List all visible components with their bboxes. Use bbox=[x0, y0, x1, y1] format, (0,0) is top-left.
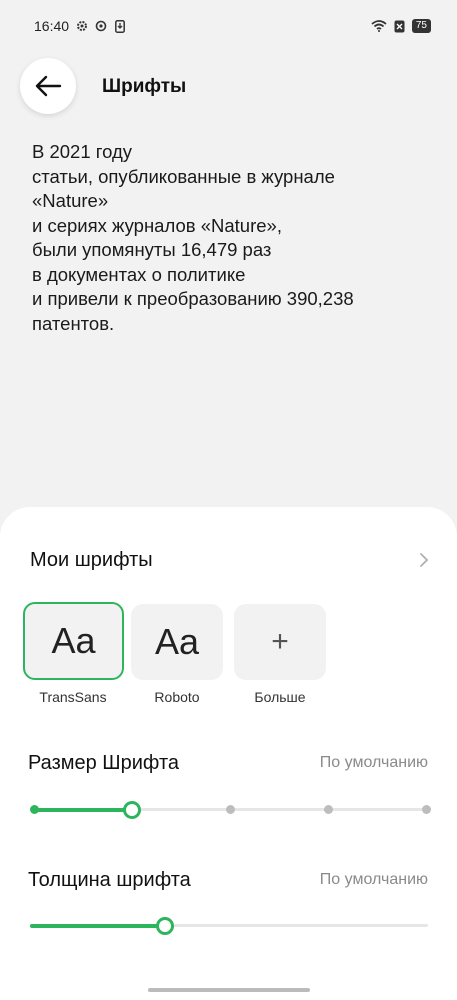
slider-step-dot[interactable] bbox=[29, 805, 39, 814]
header: Шрифты bbox=[0, 58, 457, 118]
slider-step-dot[interactable] bbox=[323, 805, 333, 814]
font-settings-sheet: Мои шрифты Aa TransSans Aa Roboto + Боль… bbox=[0, 507, 457, 1000]
slider-step-dot[interactable] bbox=[225, 805, 235, 814]
preview-line: были упомянуты 16,479 раз bbox=[32, 239, 272, 260]
slider-fill bbox=[30, 924, 166, 928]
preview-line: статьи, опубликованные в журнале bbox=[32, 165, 335, 187]
font-card-roboto[interactable]: Aa bbox=[131, 604, 223, 680]
page-title: Шрифты bbox=[102, 76, 187, 97]
font-sample: Aa bbox=[154, 621, 200, 662]
slider-fill bbox=[34, 808, 132, 812]
slider-step-dot[interactable] bbox=[421, 805, 431, 814]
home-indicator bbox=[148, 988, 310, 992]
status-time: 16:40 bbox=[34, 18, 70, 34]
back-button[interactable] bbox=[20, 58, 76, 114]
font-caption-roboto: Roboto bbox=[154, 689, 200, 705]
status-left: 16:40 bbox=[34, 18, 126, 34]
preview-line: патентов. bbox=[32, 312, 115, 334]
preview-line: «Nature» bbox=[32, 190, 109, 211]
font-sample: Aa bbox=[51, 620, 96, 661]
font-weight-value: По умолчанию bbox=[319, 871, 428, 888]
more-fonts-button[interactable]: + bbox=[234, 604, 326, 680]
status-bar: 16:40 75 bbox=[0, 0, 457, 52]
preview-line: В 2021 году bbox=[32, 141, 133, 162]
sync-icon bbox=[94, 20, 107, 33]
slider-knob[interactable] bbox=[156, 917, 175, 935]
font-card-transsans[interactable]: Aa bbox=[23, 602, 124, 680]
font-weight-slider[interactable] bbox=[30, 914, 428, 938]
more-fonts-caption: Больше bbox=[254, 689, 306, 705]
font-size-label: Размер Шрифта bbox=[28, 752, 179, 774]
slider-knob[interactable] bbox=[123, 801, 141, 819]
font-size-value: По умолчанию bbox=[319, 754, 428, 771]
settings-gear-icon bbox=[75, 20, 88, 33]
font-preview-text: В 2021 году статьи, опубликованные в жур… bbox=[32, 140, 432, 336]
arrow-left-icon bbox=[35, 75, 62, 97]
preview-line: и сериях журналов «Nature», bbox=[32, 214, 282, 236]
font-caption-transsans: TransSans bbox=[39, 689, 107, 705]
my-fonts-title: Мои шрифты bbox=[30, 548, 153, 571]
status-right: 75 bbox=[371, 19, 431, 33]
wifi-icon bbox=[371, 20, 387, 33]
preview-line: в документах о политике bbox=[32, 263, 246, 285]
plus-icon: + bbox=[271, 625, 289, 658]
my-fonts-row[interactable]: Мои шрифты bbox=[30, 545, 430, 575]
font-weight-label: Толщина шрифта bbox=[28, 869, 191, 891]
font-size-slider[interactable] bbox=[29, 798, 431, 822]
no-sim-icon bbox=[393, 20, 406, 33]
battery-indicator: 75 bbox=[411, 19, 431, 33]
download-icon bbox=[113, 19, 126, 33]
preview-line: и привели к преобразованию 390,238 bbox=[32, 288, 354, 309]
chevron-right-icon bbox=[420, 553, 429, 567]
